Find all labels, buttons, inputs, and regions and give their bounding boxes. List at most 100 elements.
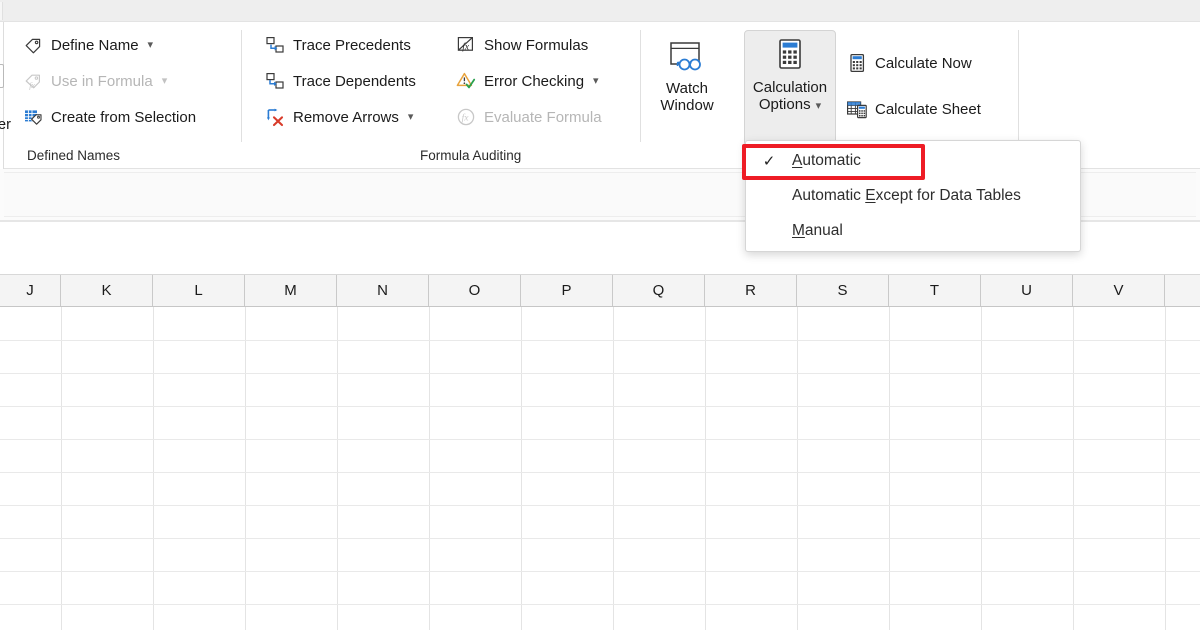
chevron-down-icon[interactable]: ▾ [593, 75, 599, 87]
watch-window-icon [664, 38, 710, 78]
calculate-sheet-button[interactable]: Calculate Sheet [846, 96, 981, 122]
grid-row-line [0, 604, 1200, 605]
svg-text:fx: fx [462, 113, 470, 124]
column-header-L[interactable]: L [153, 275, 245, 306]
grid-column-line [429, 307, 430, 630]
error-checking-label: Error Checking [484, 72, 585, 90]
evaluate-formula-button[interactable]: fx Evaluate Formula [455, 104, 602, 130]
grid-column-line [797, 307, 798, 630]
trace-dependents-button[interactable]: Trace Dependents [264, 68, 416, 94]
column-header-J[interactable]: J [0, 275, 61, 306]
group-separator-1 [241, 30, 242, 142]
trace-precedents-label: Trace Precedents [293, 36, 411, 54]
tag-icon [22, 34, 44, 56]
column-header-K[interactable]: K [61, 275, 153, 306]
define-name-button[interactable]: Define Name ▾ [22, 32, 153, 58]
defined-names-group-label: Defined Names [27, 148, 121, 163]
menu-item-automatic-except-data-tables[interactable]: Automatic Except for Data Tables [746, 179, 1082, 213]
grid-column-line [337, 307, 338, 630]
column-header-O[interactable]: O [429, 275, 521, 306]
grid-column-line [245, 307, 246, 630]
create-from-selection-label: Create from Selection [51, 108, 197, 126]
column-header-M[interactable]: M [245, 275, 337, 306]
column-header-N[interactable]: N [337, 275, 429, 306]
watch-window-button[interactable]: Watch Window [648, 32, 726, 144]
trace-precedents-button[interactable]: Trace Precedents [264, 32, 411, 58]
group-separator-2 [640, 30, 641, 142]
remove-arrows-icon [264, 106, 286, 128]
grid-column-line [153, 307, 154, 630]
show-formulas-label: Show Formulas [484, 36, 589, 54]
excel-window: er Define Name ▾ fx Use in Formula ▾ Cre… [0, 0, 1200, 630]
column-header-Q[interactable]: Q [613, 275, 705, 306]
remove-arrows-button[interactable]: Remove Arrows ▾ [264, 104, 413, 130]
grid-column-line [1165, 307, 1166, 630]
table-tag-icon [22, 106, 44, 128]
use-in-formula-label: Use in Formula [51, 72, 153, 90]
grid-row-line [0, 505, 1200, 506]
grid-cells[interactable] [0, 307, 1200, 630]
menu-item-automatic[interactable]: ✓ Automatic [746, 144, 1082, 178]
calculate-now-label: Calculate Now [875, 54, 972, 72]
trace-dependents-icon [264, 70, 286, 92]
grid-column-line [521, 307, 522, 630]
tag-fx-icon: fx [22, 70, 44, 92]
chevron-down-icon[interactable]: ▾ [408, 111, 414, 123]
cropped-group-label: er [0, 117, 11, 133]
column-header-T[interactable]: T [889, 275, 981, 306]
grid-column-line [1073, 307, 1074, 630]
grid-row-line [0, 340, 1200, 341]
grid-column-line [889, 307, 890, 630]
formula-auditing-group-label: Formula Auditing [420, 148, 522, 163]
grid-column-line [981, 307, 982, 630]
column-header-U[interactable]: U [981, 275, 1073, 306]
tab-strip-left-edge [0, 2, 3, 20]
column-header-V[interactable]: V [1073, 275, 1165, 306]
grid-row-line [0, 538, 1200, 539]
column-header-R[interactable]: R [705, 275, 797, 306]
calculate-sheet-label: Calculate Sheet [875, 100, 981, 118]
chevron-down-icon[interactable]: ▾ [148, 39, 154, 51]
evaluate-formula-icon: fx [455, 106, 477, 128]
error-checking-icon [455, 70, 477, 92]
evaluate-formula-label: Evaluate Formula [484, 108, 602, 126]
watch-window-label: Watch Window [660, 80, 714, 114]
show-formulas-icon: fx [455, 34, 477, 56]
grid-column-line [613, 307, 614, 630]
calculate-now-icon [846, 52, 868, 74]
menu-item-manual[interactable]: Manual [746, 214, 1082, 248]
grid-column-line [705, 307, 706, 630]
calculator-icon [767, 37, 813, 77]
remove-arrows-label: Remove Arrows [293, 108, 399, 126]
calculate-now-button[interactable]: Calculate Now [846, 50, 972, 76]
use-in-formula-button[interactable]: fx Use in Formula ▾ [22, 68, 167, 94]
create-from-selection-button[interactable]: Create from Selection [22, 104, 196, 130]
define-name-label: Define Name [51, 36, 139, 54]
checkmark-icon: ✓ [762, 152, 776, 170]
ribbon-left-edge [0, 22, 4, 169]
trace-dependents-label: Trace Dependents [293, 72, 416, 90]
svg-text:fx: fx [462, 41, 470, 52]
column-header-P[interactable]: P [521, 275, 613, 306]
grid-column-line [61, 307, 62, 630]
column-header-S[interactable]: S [797, 275, 889, 306]
menu-item-automatic-except-data-tables-label: Automatic Except for Data Tables [792, 187, 1021, 204]
group-separator-3 [1018, 30, 1019, 142]
error-checking-button[interactable]: Error Checking ▾ [455, 68, 599, 94]
calculation-options-menu[interactable]: ✓ Automatic Automatic Except for Data Ta… [745, 140, 1081, 252]
svg-text:fx: fx [29, 81, 35, 90]
show-formulas-button[interactable]: fx Show Formulas [455, 32, 588, 58]
menu-item-automatic-label: Automatic [792, 152, 861, 169]
trace-precedents-icon [264, 34, 286, 56]
calculate-sheet-icon [846, 98, 868, 120]
calculation-options-button[interactable]: Calculation Options ▾ [744, 30, 836, 146]
chevron-down-icon[interactable]: ▾ [816, 100, 822, 112]
worksheet-grid: JKLMNOPQRSTUV [0, 275, 1200, 630]
cropped-button-stub [0, 64, 4, 88]
ribbon-tab-strip [0, 0, 1200, 22]
menu-item-manual-label: Manual [792, 222, 843, 239]
column-headers: JKLMNOPQRSTUV [0, 275, 1200, 307]
grid-row-line [0, 571, 1200, 572]
chevron-down-icon[interactable]: ▾ [162, 75, 168, 87]
calculation-options-label: Calculation Options ▾ [752, 79, 828, 113]
